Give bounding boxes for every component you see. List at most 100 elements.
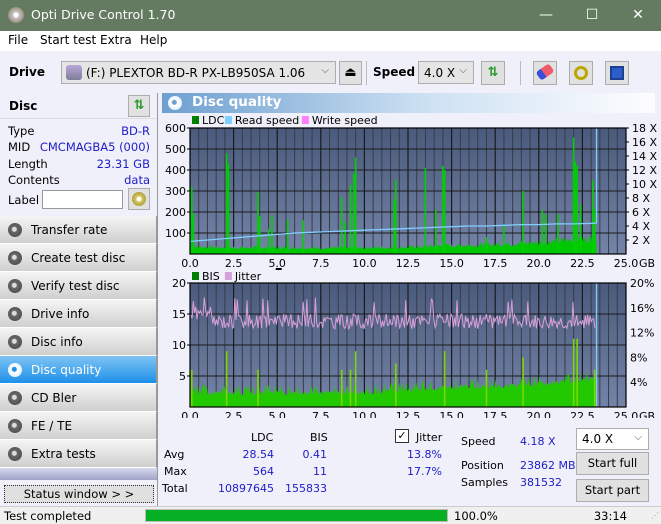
- y-tick-label: 200: [165, 206, 186, 219]
- disc-length-label: Length: [8, 157, 48, 171]
- ldc-max: 564: [253, 465, 274, 478]
- y-tick-label: 15: [172, 308, 186, 321]
- y2-tick-label: 8%: [630, 351, 647, 364]
- y-tick-label: 5: [179, 370, 186, 383]
- disc-length-value: 23.31 GB: [96, 157, 150, 171]
- nav-item-transfer-rate[interactable]: Transfer rate: [0, 216, 157, 244]
- disc-label-label: Label: [8, 193, 40, 207]
- sidebar: Disc ⇅ Type BD-R MID CMCMAGBA5 (000) Lengt…: [0, 93, 157, 506]
- nav-item-label: CD Bler: [31, 391, 77, 405]
- y2-tick-label: 4%: [630, 376, 647, 389]
- eject-icon: ⏏: [344, 65, 357, 80]
- samples-label: Samples: [461, 476, 508, 489]
- y-tick-label: 10: [172, 339, 186, 352]
- x-axis-label: GB: [639, 257, 655, 268]
- panel-title: Disc quality: [192, 94, 282, 110]
- disc-type-value: BD-R: [121, 124, 150, 138]
- erase-button[interactable]: [533, 61, 557, 85]
- x-axis-label: GB: [639, 410, 655, 418]
- speed-select-value: 4.0 X: [424, 66, 456, 80]
- jitter-max: 17.7%: [407, 465, 442, 478]
- disc-header: Disc ⇅: [0, 93, 157, 119]
- toolbar-separator: [366, 61, 367, 85]
- bis-avg: 0.41: [302, 448, 328, 461]
- max-label: Max: [164, 465, 187, 478]
- x-tick-label: 17.5: [483, 257, 508, 268]
- disc-title: Disc: [9, 99, 38, 113]
- nav-item-label: Extra tests: [31, 447, 96, 461]
- elapsed-time: 33:14: [593, 509, 627, 523]
- disc-label-button[interactable]: [128, 188, 150, 210]
- nav-item-label: Disc info: [31, 335, 83, 349]
- bis-chart: BIS Jitter 5 10 15 20 4% 8% 12% 16% 20% 0.0 2.5 5.0 7.…: [172, 268, 655, 418]
- nav-item-disc-info[interactable]: Disc info: [0, 328, 157, 356]
- ldc-avg: 28.54: [242, 448, 275, 461]
- x-tick-label: 22.5: [570, 410, 595, 418]
- nav-item-label: Drive info: [31, 307, 90, 321]
- y2-tick-label: 14 X: [632, 150, 657, 163]
- main-panel: Disc quality LDC Read speed Write speed 100…: [157, 93, 661, 506]
- disc-label-input[interactable]: [42, 190, 123, 209]
- chevron-down-icon: ⌵: [459, 65, 467, 76]
- x-tick-label: 17.5: [483, 410, 508, 418]
- close-button[interactable]: ✕: [615, 0, 661, 31]
- x-tick-label: 5.0: [268, 257, 286, 268]
- nav-item-drive-info[interactable]: Drive info: [0, 300, 157, 328]
- legend-marker: [275, 268, 282, 270]
- start-part-button[interactable]: Start part: [576, 479, 649, 502]
- minimize-button[interactable]: —: [523, 0, 569, 31]
- samples-value: 381532: [520, 476, 562, 489]
- x-tick-label: 2.5: [225, 257, 243, 268]
- status-window-button[interactable]: Status window > >: [4, 485, 154, 503]
- nav-item-fe-te[interactable]: FE / TE: [0, 412, 157, 440]
- settings-button[interactable]: [569, 61, 593, 85]
- x-tick-label: 12.5: [396, 410, 421, 418]
- nav-item-verify-test-disc[interactable]: Verify test disc: [0, 272, 157, 300]
- resize-grip-icon[interactable]: ⋰: [651, 511, 659, 520]
- x-tick-label: 22.5: [570, 257, 595, 268]
- eject-button[interactable]: ⏏: [339, 61, 362, 85]
- disc-refresh-button[interactable]: ⇅: [128, 95, 150, 117]
- disc-contents-label: Contents: [8, 173, 60, 187]
- nav-item-label: FE / TE: [31, 419, 73, 433]
- nav-item-cd-bler[interactable]: CD Bler: [0, 384, 157, 412]
- chevron-down-icon: ⌵: [634, 432, 642, 443]
- nav-item-create-test-disc[interactable]: Create test disc: [0, 244, 157, 272]
- x-tick-label: 7.5: [312, 410, 330, 418]
- bis-total: 155833: [285, 482, 327, 495]
- disc-icon: [132, 192, 146, 206]
- speed-select[interactable]: 4.0 X ⌵: [418, 61, 474, 84]
- nav-item-disc-quality[interactable]: Disc quality: [0, 356, 157, 384]
- x-tick-label: 15.0: [439, 410, 464, 418]
- start-full-button[interactable]: Start full: [576, 452, 649, 475]
- x-tick-label: 25.0: [614, 257, 639, 268]
- refresh-icon: ⇅: [487, 65, 499, 80]
- legend-swatch: [301, 116, 309, 124]
- disc-quality-icon: [168, 96, 182, 110]
- progress-text: 100.0%: [454, 509, 498, 523]
- menu-help[interactable]: Help: [140, 33, 167, 47]
- legend-swatch: [192, 116, 199, 124]
- x-tick-label: 25.0: [614, 410, 639, 418]
- x-tick-label: 20.0: [527, 257, 552, 268]
- drive-select[interactable]: (F:) PLEXTOR BD-R PX-LB950SA 1.06 ⌵: [61, 61, 336, 84]
- disc-gear-icon: [8, 223, 22, 237]
- window-title: Opti Drive Control 1.70: [31, 7, 176, 22]
- legend-label: LDC: [202, 114, 225, 127]
- jitter-checkbox[interactable]: ✓: [395, 429, 409, 443]
- refresh-button[interactable]: ⇅: [481, 61, 505, 85]
- menu-file[interactable]: File: [8, 33, 28, 47]
- save-button[interactable]: [605, 61, 629, 85]
- nav-item-extra-tests[interactable]: Extra tests: [0, 440, 157, 468]
- y2-tick-label: 2 X: [632, 234, 650, 247]
- y2-tick-label: 12%: [630, 327, 654, 340]
- ldc-total: 10897645: [218, 482, 274, 495]
- menu-extra[interactable]: Extra: [100, 33, 132, 47]
- toolbar: Drive (F:) PLEXTOR BD-R PX-LB950SA 1.06 …: [0, 51, 661, 93]
- toolbar-separator: [520, 61, 521, 85]
- test-speed-select[interactable]: 4.0 X ⌵: [576, 428, 649, 450]
- avg-label: Avg: [164, 448, 185, 461]
- menu-start-test[interactable]: Start test: [40, 33, 96, 47]
- maximize-button[interactable]: ☐: [569, 0, 615, 31]
- bis-max: 11: [313, 465, 327, 478]
